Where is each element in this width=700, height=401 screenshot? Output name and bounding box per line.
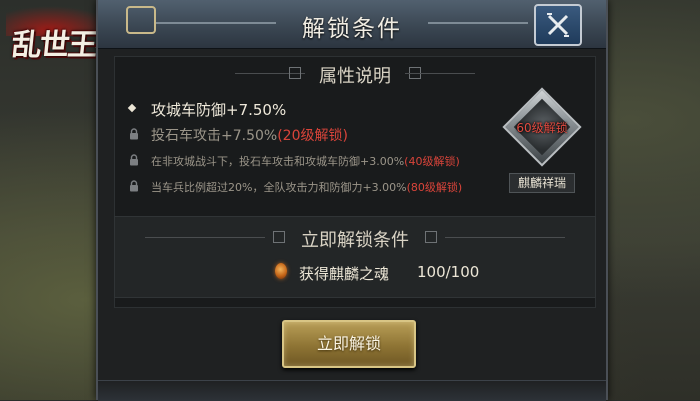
unlock-section-header: 立即解锁条件 [115,223,595,253]
attribute-text: 当车兵比例超过20%，全队攻击力和防御力+3.00% [151,181,407,194]
required-item-name: 获得麒麟之魂 [299,265,390,283]
unlock-section-title: 立即解锁条件 [301,230,409,251]
attribute-text-locked: 当车兵比例超过20%，全队攻击力和防御力+3.00%(80级解锁) [151,179,462,195]
dialog-title: 解锁条件 [302,16,402,42]
attribute-text: 在非攻城战斗下，投石车攻击和攻城车防御+3.00% [151,155,405,168]
required-item-count: 100/100 [417,263,480,281]
unlock-level-note: (80级解锁) [406,181,463,194]
unlock-level-note: (40级解锁) [404,155,460,168]
attributes-section-header: 属性说明 [115,59,595,89]
qilin-soul-icon [275,263,287,279]
lock-icon [130,128,138,140]
attribute-text-locked: 在非攻城战斗下，投石车攻击和攻城车防御+3.00%(40级解锁) [151,153,460,169]
close-x-icon [547,13,569,37]
attributes-section-title: 属性说明 [319,66,391,87]
unlock-condition-section: 立即解锁条件 获得麒麟之魂 100/100 [114,216,596,298]
dialog-header: 解锁条件 [98,0,606,49]
attribute-text-locked: 投石车攻击+7.50%(20级解锁) [151,125,348,145]
close-button[interactable] [534,4,582,46]
badge-unlock-level: 60级解锁 [516,121,568,135]
lock-icon [130,180,138,192]
attribute-text: 攻城车防御+7.50% [151,101,287,119]
unlock-level-note: (20级解锁) [277,128,348,144]
unlock-now-button[interactable]: 立即解锁 [282,320,416,368]
lock-icon [130,154,138,166]
qilin-skin-badge[interactable]: 60级解锁 麒麟祥瑞 [502,87,582,193]
badge-name-label: 麒麟祥瑞 [509,173,575,193]
diamond-bullet-icon [127,103,137,113]
dialog-footer [98,380,606,401]
attribute-text: 投石车攻击+7.50% [151,128,278,144]
